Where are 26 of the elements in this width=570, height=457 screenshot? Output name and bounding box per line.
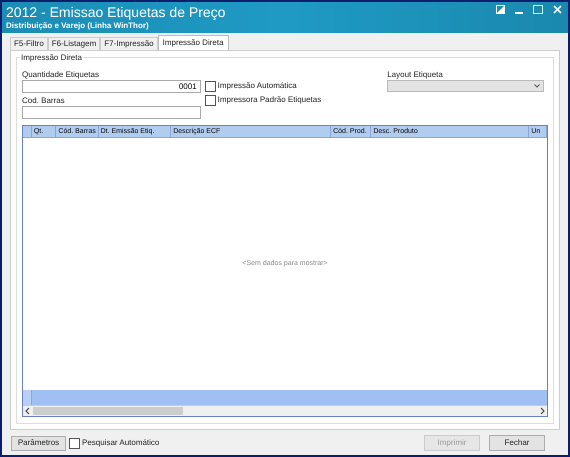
parameters-button[interactable]: Parâmetros (11, 436, 66, 450)
window-subtitle: Distribuição e Varejo (Linha WinThor) (6, 21, 150, 31)
tab[interactable]: F5-Filtro (10, 37, 48, 50)
maximize-icon[interactable] (533, 5, 543, 14)
checkbox[interactable] (204, 94, 216, 106)
horizontal-scrollbar[interactable] (23, 405, 547, 416)
checkbox[interactable] (204, 80, 216, 92)
checkbox-label: Pesquisar Automático (82, 437, 160, 449)
tab[interactable]: Impressão Direta (158, 35, 229, 50)
window-title: 2012 - Emissao Etiquetas de Preço (6, 4, 226, 21)
group-title: Impressão Direta (20, 52, 83, 64)
tab[interactable]: F6-Listagem (48, 37, 100, 50)
field-label: Quantidade Etiquetas (22, 70, 100, 80)
quantity-field[interactable]: 0001 (22, 80, 201, 93)
restore-icon[interactable] (496, 5, 505, 14)
option-label: Impressora Padrão Etiquetas (218, 94, 322, 106)
field-label: Layout Etiqueta (387, 70, 444, 80)
option-label: Impressão Automática (218, 80, 297, 92)
action-button[interactable]: Fechar (489, 435, 545, 451)
chevron-down-icon (534, 84, 540, 88)
close-icon[interactable] (553, 5, 562, 14)
checkbox[interactable] (69, 438, 80, 448)
tab[interactable]: F7-Impressão (100, 37, 158, 50)
field-label: Cod. Barras (22, 96, 66, 106)
barcode-field[interactable] (22, 106, 201, 119)
scrollbar-thumb[interactable] (33, 407, 183, 415)
